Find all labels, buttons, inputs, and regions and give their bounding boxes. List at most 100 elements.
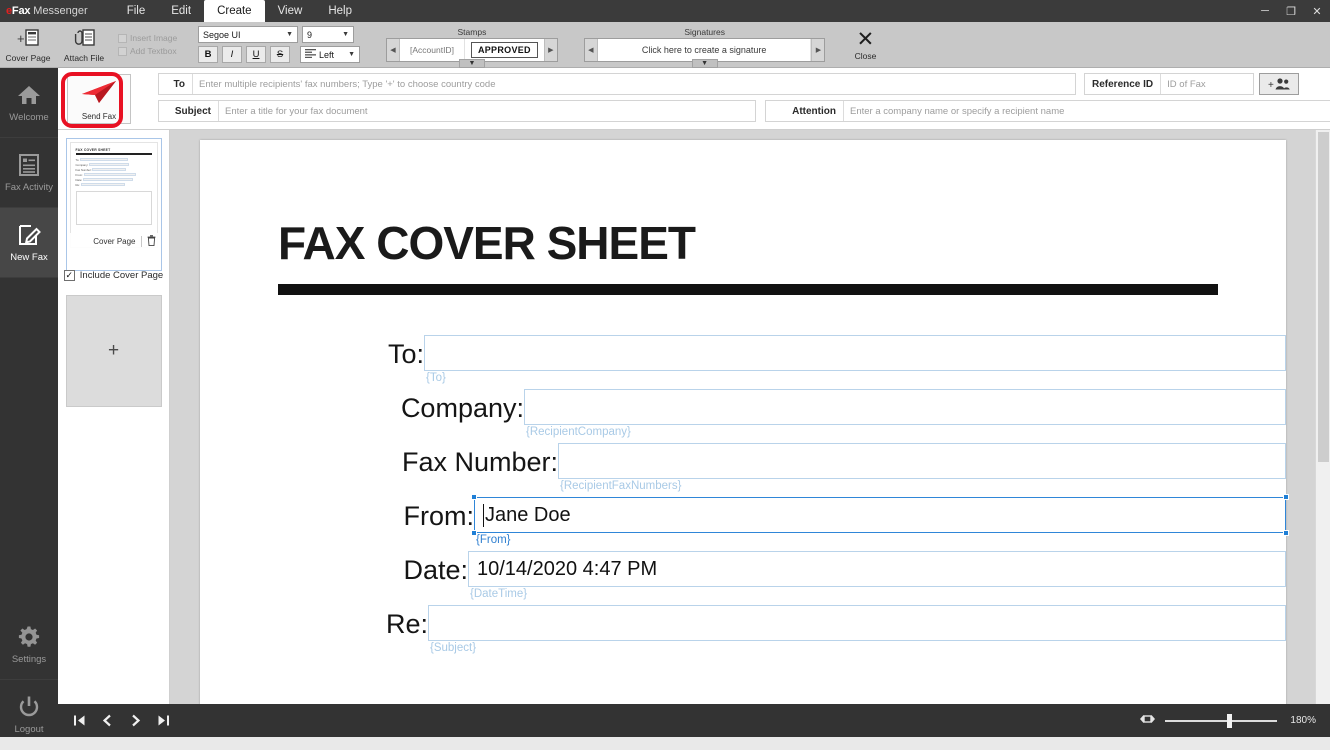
attention-field[interactable]: Attention Enter a company name or specif… xyxy=(765,100,1330,122)
send-fax-button[interactable]: Send Fax xyxy=(67,74,131,124)
bold-button[interactable]: B xyxy=(198,46,218,63)
canvas-scrollbar-thumb[interactable] xyxy=(1318,132,1329,462)
signatures-prev-icon[interactable]: ◀ xyxy=(585,39,598,61)
doc-field-from-input[interactable]: Jane Doe xyxy=(474,497,1286,533)
fax-cover-sheet-page[interactable]: FAX COVER SHEET To: {To} Company: {Recip… xyxy=(200,140,1286,704)
resize-handle-top-left[interactable] xyxy=(471,494,477,500)
stamps-expand-icon[interactable]: ▼ xyxy=(459,59,485,68)
add-textbox-button[interactable]: Add Textbox xyxy=(118,46,188,56)
sidebar-item-settings[interactable]: Settings xyxy=(0,610,58,680)
include-cover-page-checkbox[interactable]: ✓ xyxy=(64,270,75,281)
insert-image-button[interactable]: Insert Image xyxy=(118,33,188,43)
menu-create[interactable]: Create xyxy=(204,0,265,22)
text-caret xyxy=(483,504,484,527)
stamps-prev-icon[interactable]: ◀ xyxy=(387,39,400,61)
first-page-icon xyxy=(73,714,86,727)
last-page-button[interactable] xyxy=(150,709,176,733)
close-window-icon[interactable]: ✕ xyxy=(1304,0,1330,22)
stamp-account-id[interactable]: [AccountID] xyxy=(400,39,465,61)
sidebar-item-new-fax[interactable]: New Fax xyxy=(0,208,58,278)
trash-icon[interactable] xyxy=(147,235,156,248)
thumbnail-cover-page[interactable]: FAX COVER SHEET To: Company: Fax Number:… xyxy=(66,138,162,271)
stamps-next-icon[interactable]: ▶ xyxy=(544,39,557,61)
strikethrough-button[interactable]: S xyxy=(270,46,290,63)
menu-help[interactable]: Help xyxy=(315,0,365,22)
mini-row-bar xyxy=(84,173,136,176)
sidebar-item-fax-activity[interactable]: Fax Activity xyxy=(0,138,58,208)
compose-pencil-icon xyxy=(16,223,42,247)
doc-field-fax-number-input[interactable] xyxy=(558,443,1286,479)
to-field[interactable]: To Enter multiple recipients' fax number… xyxy=(158,73,1076,95)
resize-handle-top-right[interactable] xyxy=(1283,494,1289,500)
font-size-select[interactable]: 9 ▼ xyxy=(302,26,354,43)
home-icon xyxy=(16,83,42,107)
italic-button[interactable]: I xyxy=(222,46,242,63)
sidebar-item-welcome[interactable]: Welcome xyxy=(0,68,58,138)
signatures-next-icon[interactable]: ▶ xyxy=(811,39,824,61)
font-name-select[interactable]: Segoe UI ▼ xyxy=(198,26,298,43)
create-signature-button[interactable]: Click here to create a signature xyxy=(598,39,812,61)
signatures-gallery: Signatures ◀ Click here to create a sign… xyxy=(580,22,830,67)
menu-file[interactable]: File xyxy=(114,0,159,22)
font-row-top: Segoe UI ▼ 9 ▼ xyxy=(198,26,360,43)
doc-field-from-selection[interactable]: Jane Doe xyxy=(474,497,1286,533)
doc-field-company-input[interactable] xyxy=(524,389,1286,425)
mini-row-label: Re: xyxy=(76,183,80,187)
send-fax-label: Send Fax xyxy=(82,112,116,121)
plus-icon: + xyxy=(108,340,119,362)
zoom-slider[interactable] xyxy=(1165,714,1277,728)
first-page-button[interactable] xyxy=(66,709,92,733)
restore-icon[interactable]: ❐ xyxy=(1278,0,1304,22)
sidebar-item-settings-label: Settings xyxy=(12,654,46,665)
doc-field-to-tag: {To} xyxy=(424,372,1286,384)
resize-handle-bottom-left[interactable] xyxy=(471,530,477,536)
doc-field-date-input[interactable]: 10/14/2020 4:47 PM xyxy=(468,551,1286,587)
attach-file-label: Attach File xyxy=(64,53,104,63)
to-label: To xyxy=(159,74,193,94)
signatures-expand-icon[interactable]: ▼ xyxy=(692,59,718,68)
reference-id-label: Reference ID xyxy=(1085,74,1161,94)
align-select[interactable]: Left ▼ xyxy=(300,46,360,63)
zoom-slider-thumb[interactable] xyxy=(1227,714,1232,728)
previous-page-button[interactable] xyxy=(94,709,120,733)
reference-id-input[interactable]: ID of Fax xyxy=(1161,74,1253,94)
menu-view[interactable]: View xyxy=(265,0,316,22)
mini-row-bar xyxy=(89,163,129,166)
minimize-icon[interactable]: ─ xyxy=(1252,0,1278,22)
doc-field-company-tag: {RecipientCompany} xyxy=(524,426,1286,438)
brand-efax-text: eFax xyxy=(6,5,30,17)
resize-handle-bottom-right[interactable] xyxy=(1283,530,1289,536)
doc-field-to-input[interactable] xyxy=(424,335,1286,371)
chevron-down-icon: ▼ xyxy=(278,31,293,38)
fit-width-icon[interactable] xyxy=(1139,713,1156,728)
subject-input[interactable]: Enter a title for your fax document xyxy=(219,101,755,121)
title-bar: eFax Messenger File Edit Create View Hel… xyxy=(0,0,1330,22)
doc-field-company: Company: {RecipientCompany} xyxy=(288,389,1286,438)
left-nav-rail: Welcome Fax Activity xyxy=(0,68,58,750)
add-recipients-button[interactable]: + xyxy=(1259,73,1299,95)
brand-messenger-text: Messenger xyxy=(33,5,87,17)
underline-button[interactable]: U xyxy=(246,46,266,63)
doc-field-re-input[interactable] xyxy=(428,605,1286,641)
reference-id-field[interactable]: Reference ID ID of Fax xyxy=(1084,73,1254,95)
sidebar-item-fax-activity-label: Fax Activity xyxy=(5,182,53,193)
ribbon-toolbar: + Cover Page Attach File xyxy=(0,22,1330,68)
brand-fax-text: Fax xyxy=(12,5,30,17)
canvas-vertical-scrollbar[interactable] xyxy=(1315,130,1330,704)
font-name-value: Segoe UI xyxy=(203,30,241,40)
include-cover-page-row[interactable]: ✓ Include Cover Page xyxy=(58,270,169,281)
to-input[interactable]: Enter multiple recipients' fax numbers; … xyxy=(193,74,1075,94)
mini-row-bar xyxy=(92,168,126,171)
add-page-button[interactable]: + xyxy=(66,295,162,407)
subject-field[interactable]: Subject Enter a title for your fax docum… xyxy=(158,100,756,122)
menu-edit[interactable]: Edit xyxy=(158,0,204,22)
attention-input[interactable]: Enter a company name or specify a recipi… xyxy=(844,101,1330,121)
mini-row-label: Company: xyxy=(76,163,89,167)
next-page-button[interactable] xyxy=(122,709,148,733)
attach-file-button[interactable]: Attach File xyxy=(56,22,112,67)
chevron-right-icon xyxy=(129,714,142,727)
cover-page-button[interactable]: + Cover Page xyxy=(0,22,56,67)
stamp-approved[interactable]: APPROVED xyxy=(471,42,538,58)
close-ribbon-button[interactable]: ✕ Close xyxy=(839,22,891,67)
insert-image-label: Insert Image xyxy=(130,33,177,43)
